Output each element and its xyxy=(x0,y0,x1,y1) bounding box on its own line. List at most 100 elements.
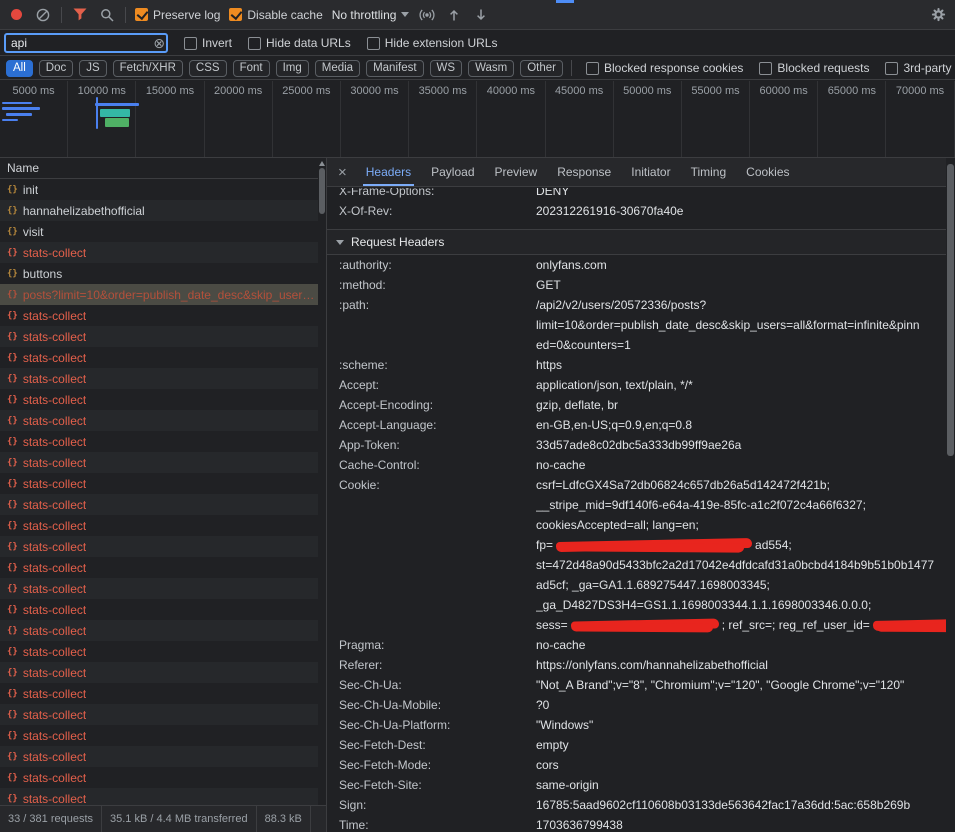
header-row: Accept:application/json, text/plain, */* xyxy=(327,375,946,395)
type-filter-row: All Doc JS Fetch/XHR CSS Font Img Media Manifest… xyxy=(0,57,955,80)
request-row[interactable]: {}stats-collect xyxy=(0,641,318,662)
clear-filter-icon[interactable]: ⊗ xyxy=(153,34,165,52)
clear-network-log-icon[interactable] xyxy=(34,6,52,24)
type-filter-all[interactable]: All xyxy=(6,60,33,77)
request-row[interactable]: {}stats-collect xyxy=(0,431,318,452)
header-value-line: ?0 xyxy=(536,695,946,715)
request-headers-section[interactable]: Request Headers xyxy=(327,229,946,255)
request-list-scrollbar[interactable] xyxy=(318,158,326,805)
disable-cache-checkbox[interactable]: Disable cache xyxy=(229,8,322,22)
request-row[interactable]: {}stats-collect xyxy=(0,389,318,410)
request-type-icon: {} xyxy=(7,605,18,615)
request-row[interactable]: {}stats-collect xyxy=(0,725,318,746)
blocked-requests-checkbox[interactable]: Blocked requests xyxy=(759,61,869,75)
request-row[interactable]: {}hannahelizabethofficial xyxy=(0,200,318,221)
tab-timing[interactable]: Timing xyxy=(681,158,737,186)
request-name: stats-collect xyxy=(23,477,86,491)
3rd-party-requests-checkbox[interactable]: 3rd-party requests xyxy=(885,61,955,75)
type-filter-wasm[interactable]: Wasm xyxy=(468,60,514,77)
request-row[interactable]: {}stats-collect xyxy=(0,305,318,326)
request-row[interactable]: {}stats-collect xyxy=(0,788,318,805)
tab-payload[interactable]: Payload xyxy=(421,158,484,186)
type-filter-manifest[interactable]: Manifest xyxy=(366,60,423,77)
import-har-icon[interactable] xyxy=(472,6,490,24)
network-conditions-icon[interactable] xyxy=(418,6,436,24)
type-filter-css[interactable]: CSS xyxy=(189,60,227,77)
timeline-overview[interactable]: 5000 ms10000 ms15000 ms20000 ms25000 ms3… xyxy=(0,81,955,158)
request-row[interactable]: {}stats-collect xyxy=(0,683,318,704)
hide-data-urls-checkbox[interactable]: Hide data URLs xyxy=(248,36,351,50)
request-name: stats-collect xyxy=(23,708,86,722)
tab-initiator[interactable]: Initiator xyxy=(621,158,680,186)
request-row[interactable]: {}stats-collect xyxy=(0,347,318,368)
tab-preview[interactable]: Preview xyxy=(485,158,548,186)
header-value-line: onlyfans.com xyxy=(536,255,946,275)
request-row[interactable]: {}stats-collect xyxy=(0,746,318,767)
request-row[interactable]: {}stats-collect xyxy=(0,515,318,536)
filter-icon[interactable] xyxy=(71,6,89,24)
record-button[interactable] xyxy=(11,9,22,20)
details-scrollbar[interactable] xyxy=(946,158,955,832)
header-value: ?0 xyxy=(536,695,946,715)
network-toolbar: Preserve log Disable cache No throttling xyxy=(0,0,955,30)
request-row[interactable]: {}buttons xyxy=(0,263,318,284)
request-row[interactable]: {}stats-collect xyxy=(0,473,318,494)
header-value-line: "Not_A Brand";v="8", "Chromium";v="120",… xyxy=(536,675,946,695)
type-filter-img[interactable]: Img xyxy=(276,60,309,77)
request-row[interactable]: {}stats-collect xyxy=(0,620,318,641)
scroll-up-icon[interactable] xyxy=(318,161,326,167)
request-row[interactable]: {}stats-collect xyxy=(0,326,318,347)
type-filter-js[interactable]: JS xyxy=(79,60,106,77)
preserve-log-checkbox[interactable]: Preserve log xyxy=(135,8,220,22)
header-name: Sec-Ch-Ua: xyxy=(339,675,536,695)
name-column-header[interactable]: Name xyxy=(0,158,318,179)
header-value: empty xyxy=(536,735,946,755)
type-filter-other[interactable]: Other xyxy=(520,60,563,77)
request-row[interactable]: {}stats-collect xyxy=(0,557,318,578)
request-row[interactable]: {}init xyxy=(0,179,318,200)
request-row[interactable]: {}stats-collect xyxy=(0,536,318,557)
tab-headers[interactable]: Headers xyxy=(356,158,421,186)
request-row[interactable]: {}stats-collect xyxy=(0,599,318,620)
header-name: Sec-Ch-Ua-Mobile: xyxy=(339,695,536,715)
request-row[interactable]: {}stats-collect xyxy=(0,242,318,263)
hide-extension-urls-checkbox[interactable]: Hide extension URLs xyxy=(367,36,498,50)
request-row[interactable]: {} stats-collect xyxy=(0,704,318,725)
request-type-icon: {} xyxy=(7,311,18,321)
scrollbar-thumb[interactable] xyxy=(947,164,954,456)
request-type-icon: {} xyxy=(7,731,18,741)
header-name: :path: xyxy=(339,295,536,355)
settings-gear-icon[interactable] xyxy=(929,6,947,24)
type-filter-fetch-xhr[interactable]: Fetch/XHR xyxy=(113,60,183,77)
request-row[interactable]: {}stats-collect xyxy=(0,767,318,788)
redaction-scribble xyxy=(571,618,719,631)
type-filter-font[interactable]: Font xyxy=(233,60,270,77)
request-row[interactable]: {}stats-collect xyxy=(0,452,318,473)
header-row: :authority:onlyfans.com xyxy=(327,255,946,275)
request-row[interactable]: {}stats-collect xyxy=(0,494,318,515)
search-icon[interactable] xyxy=(98,6,116,24)
throttling-select[interactable]: No throttling xyxy=(332,8,410,22)
tab-response[interactable]: Response xyxy=(547,158,621,186)
throttling-value: No throttling xyxy=(332,8,397,22)
request-type-icon: {} xyxy=(7,710,18,720)
type-filter-doc[interactable]: Doc xyxy=(39,60,73,77)
request-row[interactable]: {}stats-collect xyxy=(0,368,318,389)
request-row[interactable]: {}visit xyxy=(0,221,318,242)
export-har-icon[interactable] xyxy=(445,6,463,24)
scrollbar-thumb[interactable] xyxy=(319,168,325,214)
tab-cookies[interactable]: Cookies xyxy=(736,158,799,186)
type-filter-ws[interactable]: WS xyxy=(430,60,463,77)
blocked-response-cookies-checkbox[interactable]: Blocked response cookies xyxy=(586,61,743,75)
close-details-button[interactable]: × xyxy=(329,164,356,181)
request-row[interactable]: {}stats-collect xyxy=(0,578,318,599)
request-row[interactable]: {}posts?limit=10&order=publish_date_desc… xyxy=(0,284,318,305)
type-filter-media[interactable]: Media xyxy=(315,60,360,77)
invert-checkbox[interactable]: Invert xyxy=(184,36,232,50)
waterfall-bar xyxy=(2,107,40,110)
header-value: 16785:5aad9602cf110608b03133de563642fac1… xyxy=(536,795,946,815)
request-row[interactable]: {}stats-collect xyxy=(0,410,318,431)
request-row[interactable]: {}stats-collect xyxy=(0,662,318,683)
filter-input[interactable] xyxy=(4,33,168,53)
checkbox-box xyxy=(885,62,898,75)
